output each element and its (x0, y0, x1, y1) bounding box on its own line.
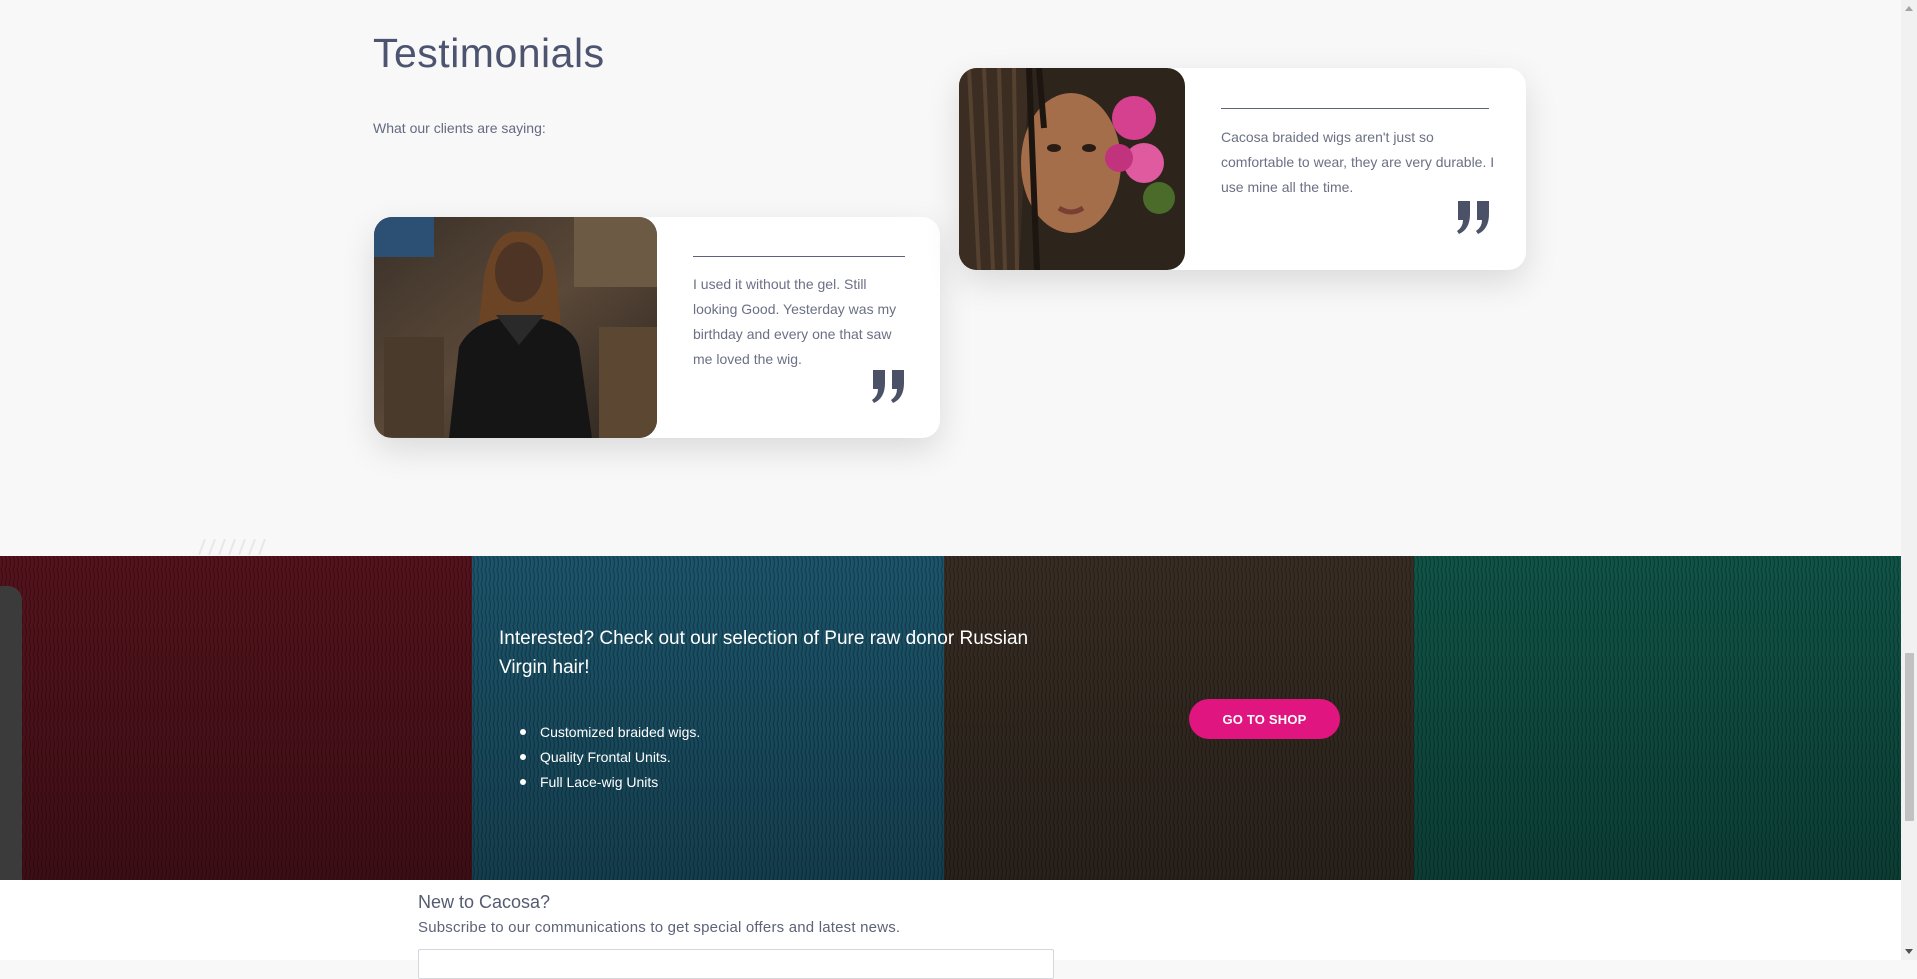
feature-list: Customized braided wigs. Quality Frontal… (499, 720, 700, 795)
newsletter-section: New to Cacosa? Subscribe to our communic… (0, 880, 1901, 979)
testimonial-card: Cacosa braided wigs aren't just so comfo… (959, 68, 1526, 270)
testimonials-subtitle: What our clients are saying: (373, 120, 546, 136)
email-input[interactable] (418, 949, 1054, 979)
testimonial-quote: I used it without the gel. Still looking… (693, 276, 897, 367)
quote-close-icon (872, 370, 904, 403)
decorative-stripes (198, 539, 266, 555)
client-photo (959, 68, 1185, 270)
newsletter-subtitle: Subscribe to our communications to get s… (418, 919, 901, 936)
testimonials-title: Testimonials (373, 30, 605, 76)
banner-background-image (0, 556, 1901, 880)
banner-title: Interested? Check out our selection of P… (499, 628, 1029, 678)
testimonial-card: I used it without the gel. Still looking… (374, 217, 940, 438)
scrollbar-thumb[interactable] (1905, 653, 1914, 821)
testimonial-quote: Cacosa braided wigs aren't just so comfo… (1221, 129, 1495, 195)
scroll-up-icon[interactable] (1905, 6, 1913, 11)
page-content: Testimonials What our clients are saying… (0, 0, 1901, 979)
newsletter-title: New to Cacosa? (418, 892, 551, 912)
go-to-shop-button[interactable]: GO TO SHOP (1189, 699, 1340, 739)
list-item: Quality Frontal Units. (499, 745, 700, 770)
client-photo (374, 217, 657, 438)
list-item: Customized braided wigs. (499, 720, 700, 745)
side-panel-tab[interactable] (0, 586, 22, 880)
list-item: Full Lace-wig Units (499, 770, 700, 795)
quote-divider (1221, 108, 1489, 109)
scroll-down-icon[interactable] (1905, 949, 1913, 954)
quote-divider (693, 256, 905, 257)
page-scrollbar[interactable] (1901, 0, 1917, 960)
shop-banner: Interested? Check out our selection of P… (0, 556, 1901, 880)
quote-close-icon (1457, 201, 1489, 234)
